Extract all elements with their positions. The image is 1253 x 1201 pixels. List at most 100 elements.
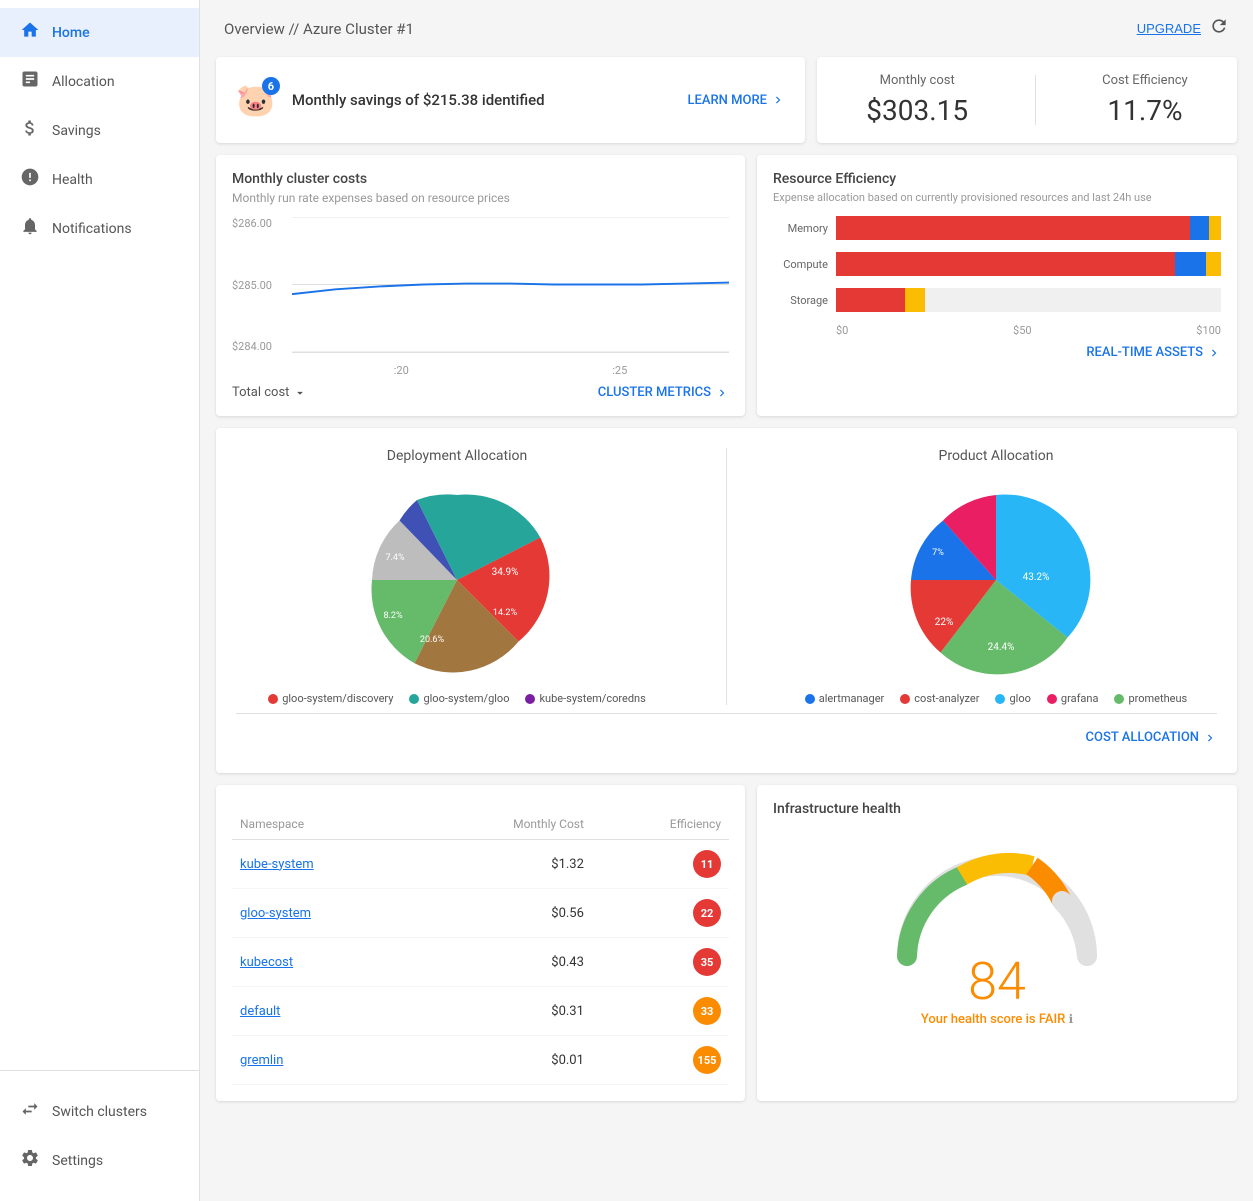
deployment-allocation-section: Deployment Allocation	[236, 448, 678, 705]
resource-efficiency-card: Resource Efficiency Expense allocation b…	[757, 155, 1237, 416]
legend-dot-gloo-product	[995, 694, 1005, 704]
gauge-rating: FAIR	[1039, 1012, 1066, 1027]
col-monthly-cost: Monthly Cost	[415, 809, 592, 840]
legend-dot-cost-analyzer	[900, 694, 910, 704]
bar-row-compute: Compute	[773, 252, 1221, 276]
deployment-legend: gloo-system/discovery gloo-system/gloo k…	[268, 692, 646, 705]
y-label-3: $284.00	[232, 340, 287, 353]
namespace-table-card: Namespace Monthly Cost Efficiency kube-s…	[216, 785, 745, 1101]
monthly-costs-subtitle: Monthly run rate expenses based on resou…	[232, 191, 729, 205]
svg-text:34.9%: 34.9%	[492, 567, 519, 578]
table-row: gremlin $0.01 155	[232, 1036, 729, 1085]
product-allocation-title: Product Allocation	[939, 448, 1054, 464]
real-time-assets-link[interactable]: REAL-TIME ASSETS	[773, 345, 1221, 360]
eff-gloo-system: 22	[592, 889, 729, 938]
cost-divider	[1035, 75, 1036, 125]
bar-label-compute: Compute	[773, 258, 828, 271]
total-cost-button[interactable]: Total cost	[232, 385, 307, 400]
chart-footer: Total cost CLUSTER METRICS	[232, 385, 729, 400]
monthly-costs-title: Monthly cluster costs	[232, 171, 729, 187]
legend-dot-coredns	[525, 694, 535, 704]
ns-link-default[interactable]: default	[232, 987, 415, 1036]
cluster-metrics-link[interactable]: CLUSTER METRICS	[598, 385, 729, 400]
bar-segment-red-memory	[836, 216, 1190, 240]
sidebar: Home Allocation Savings Health	[0, 0, 200, 1201]
monthly-costs-card: Monthly cluster costs Monthly run rate e…	[216, 155, 745, 416]
x-label-100: $100	[1196, 324, 1221, 337]
gauge-wrap: 84 Your health score is FAIR ℹ	[773, 821, 1221, 1047]
gauge-label: Your health score is FAIR ℹ	[921, 1012, 1073, 1027]
upgrade-button[interactable]: UPGRADE	[1137, 21, 1201, 36]
sidebar-item-home-label: Home	[52, 25, 90, 41]
cost-allocation-link[interactable]: COST ALLOCATION	[236, 722, 1217, 753]
ns-link-kube-system[interactable]: kube-system	[232, 840, 415, 889]
legend-dot-prometheus	[1114, 694, 1124, 704]
legend-label-coredns: kube-system/coredns	[539, 692, 645, 705]
sidebar-item-allocation[interactable]: Allocation	[0, 57, 199, 106]
cost-kubecost: $0.43	[415, 938, 592, 987]
cost-summary-card: Monthly cost $303.15 Cost Efficiency 11.…	[817, 57, 1237, 143]
sidebar-item-settings[interactable]: Settings	[0, 1136, 199, 1185]
row-2: Monthly cluster costs Monthly run rate e…	[216, 155, 1237, 416]
bar-label-storage: Storage	[773, 294, 828, 307]
bar-label-memory: Memory	[773, 222, 828, 235]
header-actions: UPGRADE	[1137, 16, 1229, 41]
sidebar-item-savings[interactable]: Savings	[0, 106, 199, 155]
infrastructure-health-card: Infrastructure health 84	[757, 785, 1237, 1101]
table-row: default $0.31 33	[232, 987, 729, 1036]
learn-more-label: LEARN MORE	[688, 93, 767, 108]
cost-efficiency-label: Cost Efficiency	[1102, 73, 1188, 88]
bar-chart-area: Memory Compute	[773, 216, 1221, 312]
learn-more-link[interactable]: LEARN MORE	[688, 93, 785, 108]
x-label-2: :25	[612, 364, 627, 377]
monthly-cost-value: $303.15	[866, 94, 968, 127]
ns-link-kubecost[interactable]: kubecost	[232, 938, 415, 987]
bar-track-storage	[836, 288, 1221, 312]
legend-dot-gloo	[409, 694, 419, 704]
sidebar-bottom: Switch clusters Settings	[0, 1070, 199, 1201]
content-area: 6 🐷 Monthly savings of $215.38 identifie…	[200, 49, 1253, 1129]
legend-item-gloo-product: gloo	[995, 692, 1030, 705]
ns-link-gloo-system[interactable]: gloo-system	[232, 889, 415, 938]
cost-allocation-label: COST ALLOCATION	[1086, 730, 1199, 745]
sidebar-item-switch-clusters[interactable]: Switch clusters	[0, 1087, 199, 1136]
total-cost-label: Total cost	[232, 385, 289, 400]
sidebar-item-savings-label: Savings	[52, 123, 101, 139]
table-row: kubecost $0.43 35	[232, 938, 729, 987]
sidebar-item-settings-label: Settings	[52, 1153, 103, 1169]
svg-text:22%: 22%	[935, 617, 954, 628]
savings-text: Monthly savings of $215.38 identified	[292, 91, 672, 109]
legend-label-cost-analyzer: cost-analyzer	[914, 692, 979, 705]
eff-default: 33	[592, 987, 729, 1036]
line-chart-area: $286.00 $285.00 $284.00 :20	[232, 217, 729, 377]
ns-link-gremlin[interactable]: gremlin	[232, 1036, 415, 1085]
x-label-0: $0	[836, 324, 848, 337]
sidebar-item-health[interactable]: Health	[0, 155, 199, 204]
eff-gremlin: 155	[592, 1036, 729, 1085]
bar-segment-yellow-memory	[1209, 216, 1221, 240]
bar-row-storage: Storage	[773, 288, 1221, 312]
cluster-metrics-label: CLUSTER METRICS	[598, 385, 711, 400]
product-pie-chart: 43.2% 24.4% 22% 7%	[896, 480, 1096, 680]
cost-gloo-system: $0.56	[415, 889, 592, 938]
sidebar-item-notifications[interactable]: Notifications	[0, 204, 199, 253]
allocation-divider	[726, 448, 727, 705]
y-label-1: $286.00	[232, 217, 287, 230]
savings-badge: 6	[262, 77, 280, 95]
legend-dot-alertmanager	[805, 694, 815, 704]
legend-dot-grafana	[1047, 694, 1057, 704]
infrastructure-health-title: Infrastructure health	[773, 801, 1221, 817]
svg-text:14.2%: 14.2%	[493, 608, 518, 618]
sidebar-item-home[interactable]: Home	[0, 8, 199, 57]
cost-default: $0.31	[415, 987, 592, 1036]
bar-track-compute	[836, 252, 1221, 276]
top-header: Overview // Azure Cluster #1 UPGRADE	[200, 0, 1253, 49]
savings-icon	[20, 118, 40, 143]
savings-icon-wrap: 6 🐷	[236, 81, 276, 119]
gauge-label-text: Your health score is	[921, 1012, 1036, 1027]
legend-label-gloo: gloo-system/gloo	[423, 692, 509, 705]
legend-item-alertmanager: alertmanager	[805, 692, 885, 705]
refresh-icon[interactable]	[1209, 16, 1229, 41]
legend-label-alertmanager: alertmanager	[819, 692, 885, 705]
bar-segment-blue-memory	[1190, 216, 1209, 240]
